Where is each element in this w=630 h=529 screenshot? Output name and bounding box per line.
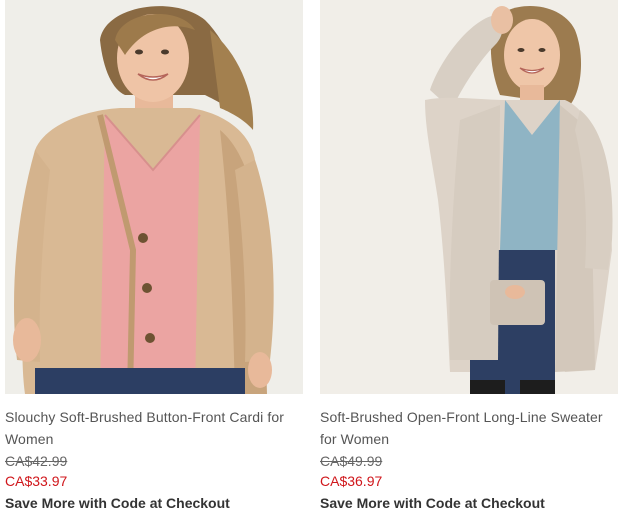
product-title[interactable]: Soft-Brushed Open-Front Long-Line Sweate…: [320, 406, 618, 450]
promo-message: Save More with Code at Checkout: [5, 495, 230, 511]
sale-price: CA$36.97: [320, 473, 383, 489]
sale-price: CA$33.97: [5, 473, 68, 489]
product-title-line: for Women: [320, 431, 390, 447]
product-photo-slouchy-cardi: [5, 0, 303, 394]
product-photo-long-line-sweater: [320, 0, 618, 394]
product-image[interactable]: [320, 0, 618, 394]
promo-message: Save More with Code at Checkout: [320, 495, 545, 511]
product-image[interactable]: [5, 0, 303, 394]
product-card[interactable]: Slouchy Soft-Brushed Button-Front Cardi …: [5, 0, 303, 514]
product-grid: Slouchy Soft-Brushed Button-Front Cardi …: [0, 0, 630, 529]
product-title-line: Soft-Brushed Open-Front Long-Line Sweate…: [320, 409, 603, 425]
product-title-line: Slouchy Soft-Brushed Button-Front Cardi …: [5, 409, 284, 425]
product-title-line: Women: [5, 431, 54, 447]
product-title[interactable]: Slouchy Soft-Brushed Button-Front Cardi …: [5, 406, 303, 450]
original-price: CA$49.99: [320, 453, 383, 469]
original-price: CA$42.99: [5, 453, 68, 469]
product-card[interactable]: Soft-Brushed Open-Front Long-Line Sweate…: [320, 0, 618, 514]
